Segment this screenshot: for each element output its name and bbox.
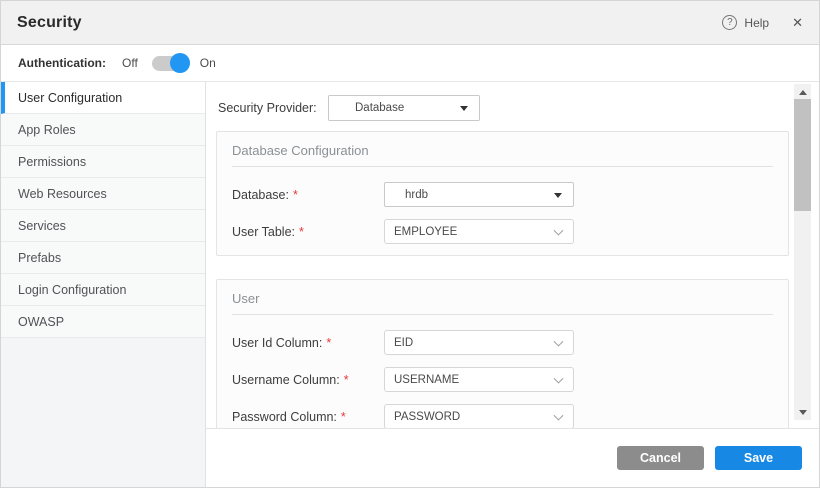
authentication-toggle[interactable] bbox=[151, 52, 190, 73]
user-table-select[interactable]: EMPLOYEE bbox=[384, 219, 574, 244]
password-column-label: Password Column: bbox=[232, 409, 337, 424]
required-marker: * bbox=[340, 409, 346, 424]
database-select[interactable]: hrdb bbox=[384, 182, 574, 207]
user-id-column-select[interactable]: EID bbox=[384, 330, 574, 355]
user-panel: User User Id Column: * EID Username Colu… bbox=[216, 279, 789, 428]
security-provider-value: Database bbox=[355, 102, 405, 114]
header-actions: ? Help ✕ bbox=[722, 15, 803, 31]
sidebar-item-label: User Configuration bbox=[18, 90, 123, 105]
user-id-column-label: User Id Column: bbox=[232, 335, 323, 350]
sidebar-item-services[interactable]: Services bbox=[1, 210, 205, 242]
panel-title: Database Configuration bbox=[232, 143, 369, 158]
dialog-header: Security ? Help ✕ bbox=[1, 1, 819, 45]
database-label: Database: bbox=[232, 187, 289, 202]
database-value: hrdb bbox=[405, 188, 429, 201]
sidebar-item-app-roles[interactable]: App Roles bbox=[1, 114, 205, 146]
username-column-select[interactable]: USERNAME bbox=[384, 367, 574, 392]
sidebar-item-web-resources[interactable]: Web Resources bbox=[1, 178, 205, 210]
security-provider-row: Security Provider: Database bbox=[218, 95, 480, 121]
dropdown-arrow-icon bbox=[460, 106, 468, 111]
chevron-down-icon bbox=[553, 373, 564, 384]
sidebar-item-label: Web Resources bbox=[18, 186, 107, 201]
user-id-column-value: EID bbox=[394, 336, 414, 349]
chevron-down-icon bbox=[553, 336, 564, 347]
authentication-row: Authentication: Off On bbox=[1, 45, 819, 82]
required-marker: * bbox=[299, 224, 304, 239]
toggle-knob bbox=[169, 52, 190, 73]
sidebar-item-label: Permissions bbox=[18, 154, 87, 169]
toggle-on-label: On bbox=[199, 56, 216, 70]
sidebar: User Configuration App Roles Permissions… bbox=[1, 82, 206, 487]
security-provider-label: Security Provider: bbox=[218, 101, 317, 115]
panel-separator bbox=[232, 166, 773, 167]
chevron-down-icon bbox=[553, 225, 564, 236]
dialog-footer: Cancel Save bbox=[206, 429, 819, 487]
scroll-up-button[interactable] bbox=[794, 84, 811, 100]
content-column: Security Provider: Database Database Con… bbox=[206, 82, 819, 487]
database-configuration-panel: Database Configuration Database: * hrdb … bbox=[216, 131, 789, 256]
password-column-select[interactable]: PASSWORD bbox=[384, 404, 574, 428]
required-marker: * bbox=[326, 335, 332, 350]
dropdown-arrow-icon bbox=[554, 192, 562, 198]
user-id-column-field-row: User Id Column: * EID bbox=[232, 330, 772, 355]
database-field-row: Database: * hrdb bbox=[232, 182, 772, 207]
required-marker: * bbox=[292, 187, 298, 202]
help-link[interactable]: Help bbox=[744, 16, 769, 30]
sidebar-item-label: Login Configuration bbox=[18, 282, 127, 297]
sidebar-item-owasp[interactable]: OWASP bbox=[1, 306, 205, 338]
security-provider-select[interactable]: Database bbox=[328, 95, 480, 121]
help-icon[interactable]: ? bbox=[722, 15, 738, 30]
close-icon[interactable]: ✕ bbox=[792, 15, 803, 31]
sidebar-item-login-configuration[interactable]: Login Configuration bbox=[1, 274, 205, 306]
arrow-up-icon bbox=[798, 89, 807, 95]
sidebar-item-user-configuration[interactable]: User Configuration bbox=[1, 82, 205, 114]
sidebar-item-prefabs[interactable]: Prefabs bbox=[1, 242, 205, 274]
chevron-down-icon bbox=[553, 410, 564, 421]
user-table-label: User Table: bbox=[232, 224, 295, 239]
vertical-scrollbar[interactable] bbox=[794, 84, 811, 420]
username-column-label: Username Column: bbox=[232, 372, 340, 387]
user-table-field-row: User Table: * EMPLOYEE bbox=[232, 219, 772, 244]
panel-separator bbox=[232, 314, 773, 315]
sidebar-item-label: OWASP bbox=[18, 314, 65, 329]
security-dialog: Security ? Help ✕ Authentication: Off On… bbox=[0, 0, 820, 488]
sidebar-item-label: App Roles bbox=[18, 122, 76, 137]
required-marker: * bbox=[343, 372, 349, 387]
password-column-field-row: Password Column: * PASSWORD bbox=[232, 404, 772, 428]
save-button[interactable]: Save bbox=[715, 446, 802, 470]
content-viewport: Security Provider: Database Database Con… bbox=[206, 82, 819, 429]
password-column-value: PASSWORD bbox=[394, 410, 461, 423]
user-table-value: EMPLOYEE bbox=[394, 225, 458, 238]
dialog-body: User Configuration App Roles Permissions… bbox=[1, 82, 819, 487]
username-column-value: USERNAME bbox=[394, 373, 460, 386]
username-column-field-row: Username Column: * USERNAME bbox=[232, 367, 772, 392]
sidebar-item-label: Services bbox=[18, 218, 66, 233]
sidebar-item-permissions[interactable]: Permissions bbox=[1, 146, 205, 178]
arrow-down-icon bbox=[798, 409, 807, 415]
cancel-button[interactable]: Cancel bbox=[617, 446, 704, 470]
toggle-off-label: Off bbox=[122, 56, 138, 70]
authentication-label: Authentication: bbox=[18, 56, 106, 70]
panel-title: User bbox=[232, 291, 260, 306]
scroll-down-button[interactable] bbox=[794, 404, 811, 420]
sidebar-item-label: Prefabs bbox=[18, 250, 62, 265]
scrollbar-thumb[interactable] bbox=[794, 99, 811, 211]
page-title: Security bbox=[17, 13, 82, 31]
